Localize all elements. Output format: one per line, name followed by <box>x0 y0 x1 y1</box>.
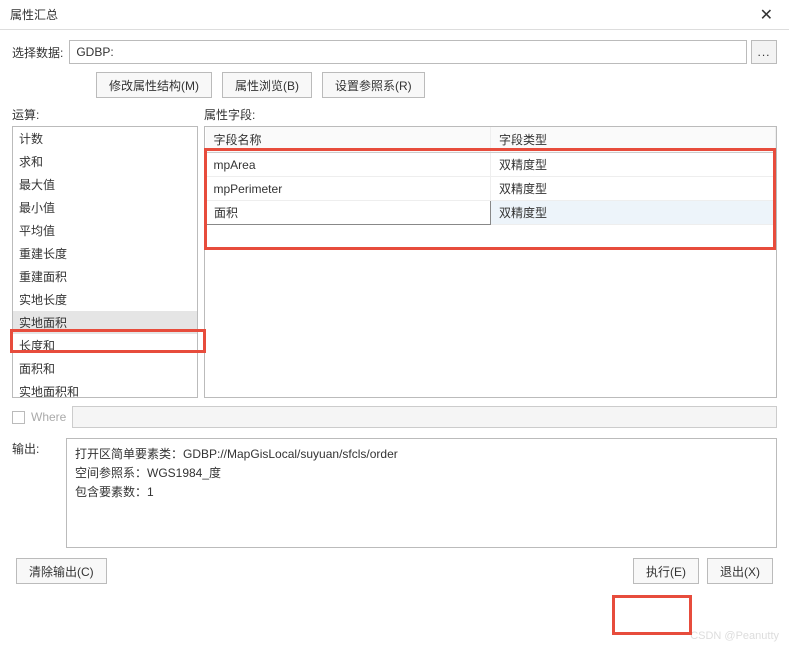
output-textarea[interactable]: 打开区简单要素类：GDBP://MapGisLocal/suyuan/sfcls… <box>66 438 777 548</box>
execute-button[interactable]: 执行(E) <box>633 558 699 584</box>
browse-attr-button[interactable]: 属性浏览(B) <box>222 72 312 98</box>
field-name-cell: mpArea <box>206 153 491 177</box>
table-row[interactable]: 面积双精度型 <box>206 201 776 225</box>
browse-data-button[interactable]: ... <box>751 40 777 64</box>
col-field-name[interactable]: 字段名称 <box>206 127 491 153</box>
close-icon[interactable]: ✕ <box>752 5 781 25</box>
operation-item[interactable]: 实地面积和 <box>13 380 197 398</box>
modify-structure-button[interactable]: 修改属性结构(M) <box>96 72 212 98</box>
operation-item[interactable]: 面积和 <box>13 357 197 380</box>
operation-item[interactable]: 求和 <box>13 150 197 173</box>
data-path-input[interactable]: GDBP: <box>69 40 747 64</box>
field-type-cell: 双精度型 <box>491 201 776 225</box>
data-path-value: GDBP: <box>76 45 113 59</box>
operation-item[interactable]: 实地面积 <box>13 311 197 334</box>
field-type-cell: 双精度型 <box>491 153 776 177</box>
operation-list[interactable]: 计数求和最大值最小值平均值重建长度重建面积实地长度实地面积长度和面积和实地面积和 <box>12 126 198 398</box>
operation-item[interactable]: 长度和 <box>13 334 197 357</box>
operation-item[interactable]: 最小值 <box>13 196 197 219</box>
operation-item[interactable]: 平均值 <box>13 219 197 242</box>
output-label: 输出: <box>12 438 60 548</box>
field-name-cell: 面积 <box>206 201 491 225</box>
col-field-type[interactable]: 字段类型 <box>491 127 776 153</box>
annotation-execute <box>612 595 692 635</box>
where-label: Where <box>31 410 66 424</box>
operation-item[interactable]: 重建面积 <box>13 265 197 288</box>
operation-item[interactable]: 计数 <box>13 127 197 150</box>
table-row[interactable]: mpArea双精度型 <box>206 153 776 177</box>
operation-label: 运算: <box>12 106 198 123</box>
field-name-cell: mpPerimeter <box>206 177 491 201</box>
select-data-label: 选择数据: <box>12 44 63 61</box>
operation-item[interactable]: 重建长度 <box>13 242 197 265</box>
operation-item[interactable]: 实地长度 <box>13 288 197 311</box>
where-input <box>72 406 777 428</box>
operation-item[interactable]: 最大值 <box>13 173 197 196</box>
table-row[interactable]: mpPerimeter双精度型 <box>206 177 776 201</box>
window-title: 属性汇总 <box>10 6 58 23</box>
set-reference-button[interactable]: 设置参照系(R) <box>322 72 425 98</box>
field-type-cell: 双精度型 <box>491 177 776 201</box>
fields-label: 属性字段: <box>204 106 777 123</box>
clear-output-button[interactable]: 清除输出(C) <box>16 558 107 584</box>
exit-button[interactable]: 退出(X) <box>707 558 773 584</box>
where-checkbox[interactable] <box>12 411 25 424</box>
watermark: CSDN @Peanutty <box>690 630 779 642</box>
field-table[interactable]: 字段名称 字段类型 mpArea双精度型mpPerimeter双精度型面积双精度… <box>204 126 777 398</box>
